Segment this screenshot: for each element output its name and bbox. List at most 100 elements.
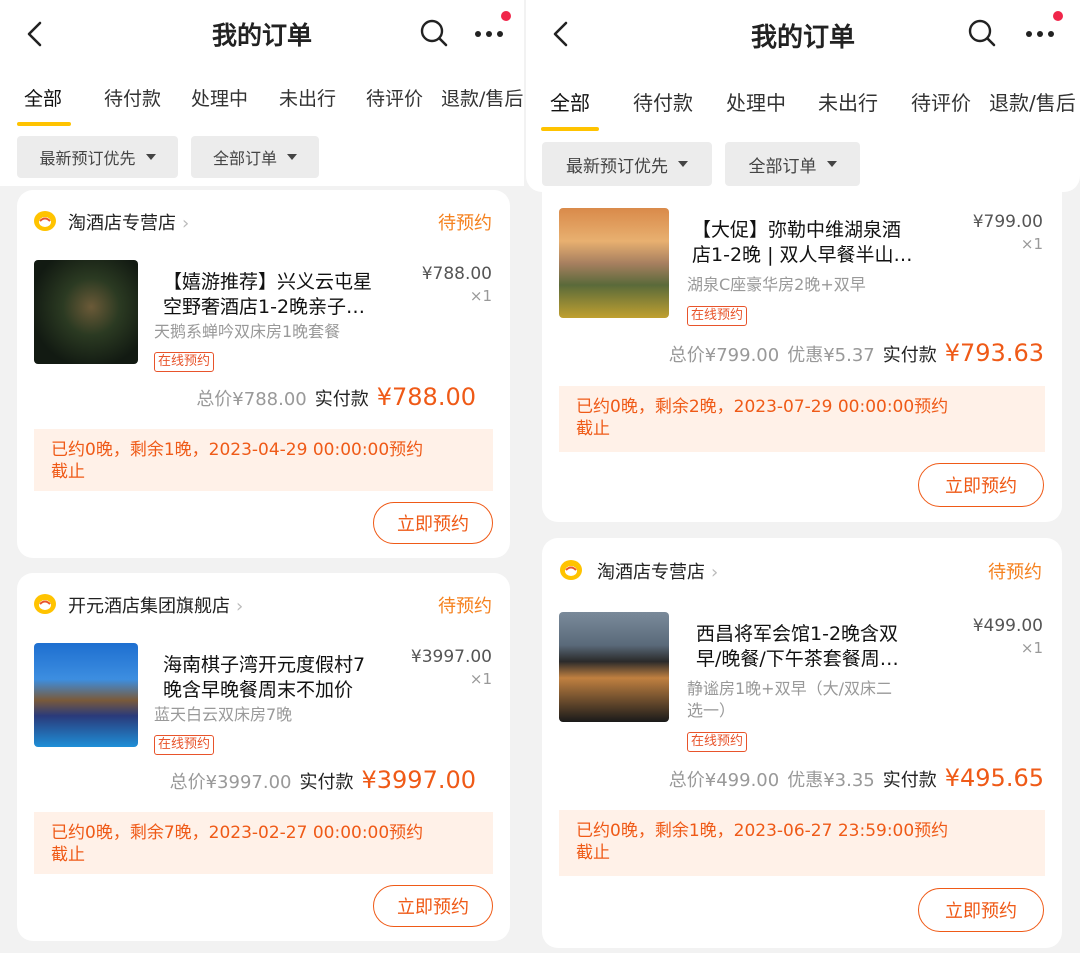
tab-pending-review[interactable]: 待评价: [911, 87, 971, 116]
store-logo-icon: [560, 560, 582, 580]
order-type-filter[interactable]: 全部订单: [725, 142, 860, 186]
hotel-thumbnail[interactable]: [559, 208, 669, 318]
paid-label: 实付款: [314, 389, 369, 410]
store-name[interactable]: 淘酒店专营店 ›: [597, 558, 718, 584]
tab-refund[interactable]: 退款/售后: [441, 84, 523, 111]
tab-processing[interactable]: 处理中: [191, 84, 248, 111]
paid-amount: ¥495.65: [944, 764, 1044, 792]
chevron-right-icon: ›: [236, 596, 244, 617]
paid-label: 实付款: [882, 345, 937, 366]
unit-price: ¥3997.00: [410, 647, 492, 667]
booking-deadline-notice: 已约0晚，剩余1晚，2023-06-27 23:59:00预约 截止: [559, 810, 1045, 876]
hotel-thumbnail[interactable]: [34, 643, 138, 747]
store-name-label: 开元酒店集团旗舰店: [68, 596, 230, 617]
hotel-thumbnail[interactable]: [559, 612, 669, 722]
more-icon[interactable]: [1025, 28, 1055, 40]
quantity: ×1: [469, 287, 492, 305]
notification-dot: [501, 11, 511, 21]
book-now-button[interactable]: 立即预约: [918, 463, 1044, 507]
store-name-label: 淘酒店专营店: [597, 562, 705, 583]
product-title[interactable]: 【大促】弥勒中维湖泉酒 店1-2晚 | 双人早餐半山…: [692, 218, 952, 268]
product-title[interactable]: 西昌将军会馆1-2晚含双 早/晚餐/下午茶套餐周…: [696, 622, 946, 672]
booking-deadline-notice: 已约0晚，剩余2晚，2023-07-29 00:00:00预约 截止: [559, 386, 1045, 452]
tab-processing[interactable]: 处理中: [726, 87, 786, 116]
booking-deadline-notice: 已约0晚，剩余7晚，2023-02-27 00:00:00预约 截止: [34, 812, 493, 874]
total-price: 总价¥3997.00: [169, 772, 292, 793]
order-list-panel-left: 我的订单 全部 待付款 处理中 未出行 待评价 退款/售后 最新预订优先 全部订…: [0, 0, 524, 953]
online-booking-tag: 在线预约: [687, 306, 748, 326]
order-card[interactable]: 【大促】弥勒中维湖泉酒 店1-2晚 | 双人早餐半山… 湖泉C座豪华房2晚+双早 …: [542, 150, 1062, 522]
paid-amount: ¥3997.00: [361, 766, 476, 794]
store-logo-icon: [34, 211, 56, 231]
online-booking-tag: 在线预约: [687, 732, 748, 752]
product-title-line: 店1-2晚 | 双人早餐半山…: [692, 244, 913, 266]
paid-amount: ¥788.00: [376, 383, 476, 411]
book-now-button[interactable]: 立即预约: [373, 885, 493, 927]
store-name[interactable]: 淘酒店专营店 ›: [68, 209, 189, 235]
room-type-line: 静谧房1晚+双早（大/双床二: [687, 679, 892, 698]
order-type-filter[interactable]: 全部订单: [191, 136, 319, 178]
search-icon[interactable]: [967, 18, 997, 48]
filter-bar: 最新预订优先 全部订单: [526, 134, 1080, 192]
notice-line: 已约0晚，剩余2晚，2023-07-29 00:00:00预约: [576, 397, 949, 417]
notice-line: 截止: [51, 845, 85, 865]
order-type-filter-label: 全部订单: [748, 156, 817, 177]
more-icon[interactable]: [474, 28, 504, 40]
order-status: 待预约: [988, 562, 1042, 583]
notice-line: 截止: [576, 419, 610, 439]
tab-pending-payment[interactable]: 待付款: [633, 87, 693, 116]
order-totals: 总价¥788.00 实付款 ¥788.00: [196, 383, 476, 411]
active-tab-indicator: [17, 122, 71, 126]
book-now-button[interactable]: 立即预约: [918, 888, 1044, 932]
tab-refund[interactable]: 退款/售后: [989, 87, 1076, 116]
caret-down-icon: [145, 154, 156, 160]
store-name[interactable]: 开元酒店集团旗舰店 ›: [68, 592, 243, 618]
notice-line: 已约0晚，剩余1晚，2023-04-29 00:00:00预约: [51, 440, 424, 460]
tab-not-traveled[interactable]: 未出行: [279, 84, 336, 111]
paid-amount: ¥793.63: [944, 339, 1044, 367]
search-icon[interactable]: [419, 18, 449, 48]
store-name-label: 淘酒店专营店: [68, 213, 176, 234]
tab-pending-payment[interactable]: 待付款: [104, 84, 161, 111]
product-title-line: 晚含早晚餐周末不加价: [163, 679, 354, 701]
product-title-line: 海南棋子湾开元度假村7: [163, 654, 366, 676]
store-logo-icon: [34, 594, 56, 614]
product-title[interactable]: 海南棋子湾开元度假村7 晚含早晚餐周末不加价: [163, 653, 403, 703]
room-type: 蓝天白云双床房7晚: [154, 705, 293, 724]
order-card[interactable]: 淘酒店专营店 › 待预约 【嬉游推荐】兴义云屯星 空野奢酒店1-2晚亲子… 天鹅系蝉…: [17, 190, 510, 558]
paid-label: 实付款: [299, 772, 354, 793]
chevron-right-icon: ›: [182, 213, 190, 234]
order-card[interactable]: 淘酒店专营店 › 待预约 西昌将军会馆1-2晚含双 早/晚餐/下午茶套餐周… 静谧房…: [542, 538, 1062, 948]
quantity: ×1: [1020, 235, 1043, 253]
product-title-line: 早/晚餐/下午茶套餐周…: [696, 648, 899, 670]
unit-price: ¥799.00: [972, 212, 1043, 232]
tab-bar: 全部 待付款 处理中 未出行 待评价 退款/售后: [526, 87, 1080, 131]
order-totals: 总价¥3997.00 实付款 ¥3997.00: [170, 766, 476, 794]
sort-filter[interactable]: 最新预订优先: [542, 142, 712, 186]
filter-bar: 最新预订优先 全部订单: [0, 128, 524, 186]
header: 我的订单 全部 待付款 处理中 未出行 待评价 退款/售后: [0, 0, 524, 128]
order-card[interactable]: 开元酒店集团旗舰店 › 待预约 海南棋子湾开元度假村7 晚含早晚餐周末不加价 蓝天白…: [17, 573, 510, 941]
order-list-panel-right: 【大促】弥勒中维湖泉酒 店1-2晚 | 双人早餐半山… 湖泉C座豪华房2晚+双早 …: [526, 0, 1080, 953]
order-totals: 总价¥799.00 优惠¥5.37 实付款 ¥793.63: [669, 339, 1044, 367]
quantity: ×1: [469, 670, 492, 688]
room-type: 湖泉C座豪华房2晚+双早: [687, 275, 866, 294]
book-now-button[interactable]: 立即预约: [373, 502, 493, 544]
tab-all[interactable]: 全部: [550, 87, 590, 116]
discount: 优惠¥3.35: [787, 770, 875, 791]
product-title[interactable]: 【嬉游推荐】兴义云屯星 空野奢酒店1-2晚亲子…: [163, 270, 403, 320]
paid-label: 实付款: [882, 770, 937, 791]
tab-not-traveled[interactable]: 未出行: [818, 87, 878, 116]
sort-filter-label: 最新预订优先: [39, 149, 136, 168]
order-status: 待预约: [438, 596, 492, 617]
total-price: 总价¥499.00: [668, 770, 780, 791]
sort-filter[interactable]: 最新预订优先: [17, 136, 178, 178]
hotel-thumbnail[interactable]: [34, 260, 138, 364]
total-price: 总价¥799.00: [668, 345, 780, 366]
tab-all[interactable]: 全部: [24, 84, 62, 111]
order-type-filter-label: 全部订单: [212, 149, 277, 168]
tab-pending-review[interactable]: 待评价: [366, 84, 423, 111]
sort-filter-label: 最新预订优先: [566, 156, 668, 177]
room-type: 静谧房1晚+双早（大/双床二 选一）: [687, 678, 937, 722]
notice-line: 截止: [576, 843, 610, 863]
